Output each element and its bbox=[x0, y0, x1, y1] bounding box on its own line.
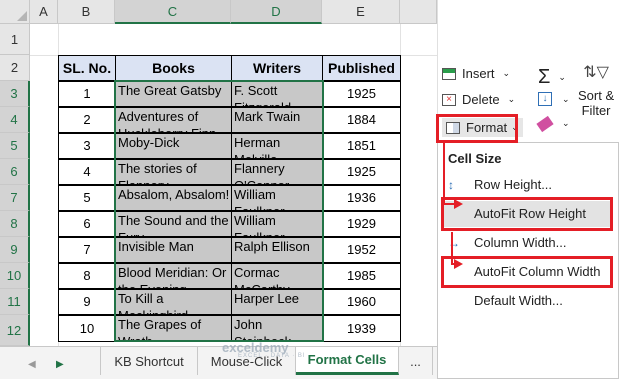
cell-sl-no[interactable]: 1 bbox=[58, 81, 116, 107]
cell-book[interactable]: Adventures of Huckleberry Finn bbox=[115, 107, 232, 133]
row-header-3[interactable]: 3 bbox=[0, 81, 30, 107]
cell-writer[interactable]: Ralph Ellison bbox=[231, 237, 323, 263]
more-sheets-button[interactable]: ... bbox=[399, 347, 433, 375]
cell-writer[interactable]: William Faulkner bbox=[231, 185, 323, 211]
cell-published[interactable]: 1960 bbox=[322, 289, 401, 315]
cell-writer[interactable]: F. Scott Fitzgerald bbox=[231, 81, 323, 107]
chevron-down-icon: ⌄ bbox=[562, 118, 570, 128]
sigma-icon: Σ bbox=[538, 66, 551, 88]
cell-book[interactable]: Absalom, Absalom! bbox=[115, 185, 232, 211]
cell-writer[interactable]: Herman Melville bbox=[231, 133, 323, 159]
cell-sl-no[interactable]: 7 bbox=[58, 237, 116, 263]
row-header-7[interactable]: 7 bbox=[0, 185, 30, 211]
cell-writer[interactable]: Mark Twain bbox=[231, 107, 323, 133]
watermark-logo: exceldemy EXCEL · DATA · BI bbox=[222, 340, 306, 359]
sort-filter-button[interactable]: ⇅▽ Sort & Filter bbox=[578, 62, 614, 118]
cell-sl-no[interactable]: 4 bbox=[58, 159, 116, 185]
cell-published[interactable]: 1925 bbox=[322, 159, 401, 185]
column-header-e[interactable]: E bbox=[322, 0, 400, 24]
chevron-down-icon: ⌄ bbox=[562, 93, 570, 104]
cell-sl-no[interactable]: 10 bbox=[58, 315, 116, 342]
sheet-tab-kb-shortcut[interactable]: KB Shortcut bbox=[100, 347, 198, 375]
insert-button[interactable]: Insert ⌄ bbox=[442, 66, 510, 81]
chevron-down-icon: ⌄ bbox=[558, 72, 566, 82]
cell-sl-no[interactable]: 9 bbox=[58, 289, 116, 315]
cell-book[interactable]: Invisible Man bbox=[115, 237, 232, 263]
cell-book[interactable]: The Great Gatsby bbox=[115, 81, 232, 107]
row-header-9[interactable]: 9 bbox=[0, 237, 30, 263]
cell-published[interactable]: 1939 bbox=[322, 315, 401, 342]
delete-cells-icon: × bbox=[442, 93, 456, 106]
row-header-12[interactable]: 12 bbox=[0, 315, 30, 346]
insert-cells-icon bbox=[442, 67, 456, 80]
select-all-corner[interactable] bbox=[0, 0, 30, 24]
cell-sl-no[interactable]: 8 bbox=[58, 263, 116, 289]
autofit-column-width-item[interactable]: AutoFit Column Width bbox=[474, 264, 600, 279]
tab-scroll-left-icon[interactable]: ◀ bbox=[28, 359, 36, 370]
header-sl-no[interactable]: SL. No. bbox=[58, 55, 116, 81]
fill-down-icon: ↓ bbox=[538, 92, 552, 106]
chevron-down-icon: ⌄ bbox=[511, 122, 519, 132]
column-header-c[interactable]: C bbox=[115, 0, 231, 24]
cell-book[interactable]: To Kill a Mockingbird bbox=[115, 289, 232, 315]
cell-published[interactable]: 1884 bbox=[322, 107, 401, 133]
red-arrows-icon bbox=[443, 142, 463, 269]
cell-book[interactable]: The stories of Flannery bbox=[115, 159, 232, 185]
cell-published[interactable]: 1952 bbox=[322, 237, 401, 263]
cell-published[interactable]: 1936 bbox=[322, 185, 401, 211]
row-header-2[interactable]: 2 bbox=[0, 55, 30, 81]
tab-scroll-right-icon[interactable]: ▶ bbox=[56, 359, 64, 370]
row-header-10[interactable]: 10 bbox=[0, 263, 30, 289]
cell-sl-no[interactable]: 2 bbox=[58, 107, 116, 133]
sheet-tab-bar: ◀ ▶ KB Shortcut Mouse-Click Format Cells… bbox=[0, 346, 437, 379]
worksheet[interactable]: A B C D E 1 2 3 4 5 6 7 8 9 10 11 12 SL.… bbox=[0, 0, 437, 379]
fill-button[interactable]: ↓ ⌄ bbox=[538, 92, 570, 106]
format-button[interactable]: Format ⌄ bbox=[442, 118, 523, 137]
default-width-item[interactable]: Default Width... bbox=[474, 293, 563, 308]
row-header-4[interactable]: 4 bbox=[0, 107, 30, 133]
row-header-11[interactable]: 11 bbox=[0, 289, 30, 315]
cell-book[interactable]: The Sound and the Fury bbox=[115, 211, 232, 237]
cell-sl-no[interactable]: 5 bbox=[58, 185, 116, 211]
clear-button[interactable]: ⌄ bbox=[536, 115, 570, 132]
header-published[interactable]: Published bbox=[322, 55, 401, 81]
cell-writer[interactable]: Harper Lee bbox=[231, 289, 323, 315]
cell-published[interactable]: 1851 bbox=[322, 133, 401, 159]
cell-writer[interactable]: Cormac McCarthy bbox=[231, 263, 323, 289]
cell-book[interactable]: Blood Meridian: Or the Evening bbox=[115, 263, 232, 289]
cell-writer[interactable]: William Faulkner bbox=[231, 211, 323, 237]
sheet-tab-format-cells[interactable]: Format Cells bbox=[296, 347, 399, 375]
row-header-6[interactable]: 6 bbox=[0, 159, 30, 185]
cell-published[interactable]: 1925 bbox=[322, 81, 401, 107]
header-writers[interactable]: Writers bbox=[231, 55, 323, 81]
cell-book[interactable]: Moby-Dick bbox=[115, 133, 232, 159]
cell-sl-no[interactable]: 6 bbox=[58, 211, 116, 237]
column-header-a[interactable]: A bbox=[30, 0, 58, 24]
column-header-d[interactable]: D bbox=[231, 0, 322, 24]
header-books[interactable]: Books bbox=[115, 55, 232, 81]
cell-book[interactable]: The Grapes of Wrath bbox=[115, 315, 232, 342]
chevron-down-icon: ⌄ bbox=[502, 68, 511, 78]
column-header-b[interactable]: B bbox=[58, 0, 115, 24]
column-header-f[interactable] bbox=[400, 0, 437, 24]
sort-filter-icon: ⇅▽ bbox=[583, 64, 609, 81]
cell-writer[interactable]: John Steinbeck bbox=[231, 315, 323, 342]
autofit-row-height-item[interactable]: AutoFit Row Height bbox=[474, 206, 586, 221]
cell-sl-no[interactable]: 3 bbox=[58, 133, 116, 159]
format-cells-icon bbox=[446, 121, 460, 134]
cell-writer[interactable]: Flannery O'Connor bbox=[231, 159, 323, 185]
eraser-icon bbox=[536, 115, 554, 132]
chevron-down-icon: ⌄ bbox=[507, 94, 516, 104]
autosum-button[interactable]: Σ ⌄ bbox=[538, 66, 566, 89]
row-header-8[interactable]: 8 bbox=[0, 211, 30, 237]
delete-button[interactable]: × Delete ⌄ bbox=[442, 92, 515, 107]
cell-published[interactable]: 1929 bbox=[322, 211, 401, 237]
row-header-5[interactable]: 5 bbox=[0, 133, 30, 159]
cell-published[interactable]: 1985 bbox=[322, 263, 401, 289]
row-header-1[interactable]: 1 bbox=[0, 24, 30, 55]
